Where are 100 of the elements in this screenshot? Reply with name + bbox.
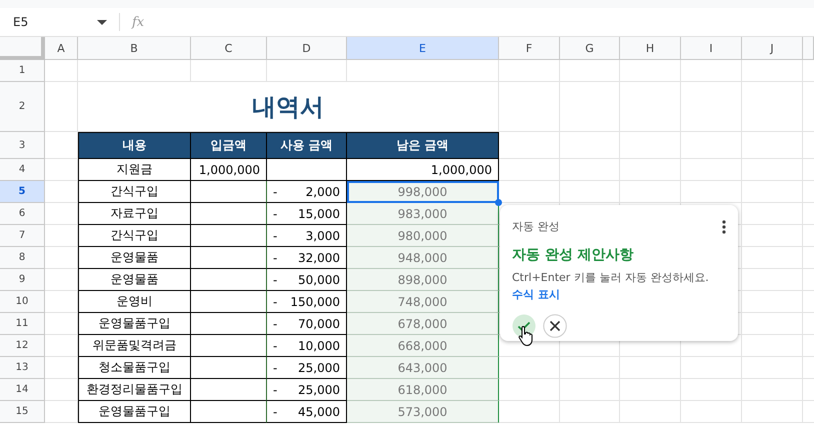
empty-cell[interactable]	[681, 181, 742, 203]
empty-cell[interactable]	[499, 82, 560, 132]
row-header[interactable]: 8	[0, 247, 45, 269]
empty-cell[interactable]	[560, 357, 620, 379]
row-header[interactable]: 4	[0, 159, 45, 181]
empty-cell[interactable]	[742, 379, 803, 401]
column-header[interactable]: B	[78, 37, 191, 60]
empty-cell[interactable]	[78, 60, 191, 82]
empty-cell[interactable]	[742, 335, 803, 357]
empty-cell[interactable]	[742, 357, 803, 379]
select-all-corner[interactable]	[0, 37, 45, 60]
table-cell[interactable]: 980,000	[347, 225, 499, 247]
row-header[interactable]: 12	[0, 335, 45, 357]
empty-cell[interactable]	[560, 159, 620, 181]
table-cell[interactable]: 668,000	[347, 335, 499, 357]
empty-cell[interactable]	[681, 132, 742, 159]
empty-cell[interactable]	[742, 225, 803, 247]
table-cell: 2,000	[306, 184, 340, 198]
empty-cell[interactable]	[347, 60, 499, 82]
empty-cell[interactable]	[620, 379, 681, 401]
empty-cell[interactable]	[681, 401, 742, 423]
table-cell[interactable]: 983,000	[347, 203, 499, 225]
column-header[interactable]: C	[191, 37, 267, 60]
empty-cell[interactable]	[620, 159, 681, 181]
row-header[interactable]: 11	[0, 313, 45, 335]
table-cell: 45,000	[298, 404, 340, 418]
row-header[interactable]: 14	[0, 379, 45, 401]
empty-cell[interactable]	[560, 379, 620, 401]
column-header[interactable]: I	[681, 37, 742, 60]
empty-cell[interactable]	[620, 60, 681, 82]
selected-cell[interactable]: 998,000	[347, 181, 499, 203]
empty-cell[interactable]	[681, 60, 742, 82]
column-header[interactable]: D	[267, 37, 347, 60]
empty-cell[interactable]	[742, 203, 803, 225]
empty-cell[interactable]	[681, 357, 742, 379]
empty-cell[interactable]	[681, 379, 742, 401]
empty-cell[interactable]	[742, 313, 803, 335]
empty-cell[interactable]	[620, 181, 681, 203]
row-header[interactable]: 13	[0, 357, 45, 379]
table-cell[interactable]: 618,000	[347, 379, 499, 401]
table-cell: 50,000	[298, 272, 340, 286]
column-header[interactable]: E	[347, 37, 499, 60]
table-cell[interactable]: 748,000	[347, 291, 499, 313]
empty-cell[interactable]	[742, 269, 803, 291]
reject-button[interactable]	[543, 314, 567, 338]
empty-cell[interactable]	[742, 181, 803, 203]
empty-cell[interactable]	[499, 159, 560, 181]
row-header[interactable]: 15	[0, 401, 45, 423]
column-header[interactable]	[803, 37, 814, 60]
empty-cell[interactable]	[191, 60, 267, 82]
empty-cell[interactable]	[742, 401, 803, 423]
column-header[interactable]: G	[560, 37, 620, 60]
empty-cell[interactable]	[560, 60, 620, 82]
row-header[interactable]: 5	[0, 181, 45, 203]
empty-cell[interactable]	[620, 132, 681, 159]
empty-cell[interactable]	[560, 82, 620, 132]
empty-cell[interactable]	[742, 60, 803, 82]
table-cell[interactable]: 573,000	[347, 401, 499, 423]
empty-cell[interactable]	[742, 159, 803, 181]
row-header[interactable]: 9	[0, 269, 45, 291]
amount-cell[interactable]	[267, 159, 347, 181]
row-header[interactable]: 10	[0, 291, 45, 313]
caret-icon[interactable]	[97, 20, 107, 24]
empty-cell[interactable]	[742, 247, 803, 269]
column-header[interactable]: A	[45, 37, 78, 60]
row-header[interactable]: 6	[0, 203, 45, 225]
empty-cell[interactable]	[742, 132, 803, 159]
empty-cell[interactable]	[45, 82, 78, 132]
empty-cell[interactable]	[620, 401, 681, 423]
table-cell: 운영물품	[78, 269, 191, 291]
empty-cell[interactable]	[560, 181, 620, 203]
show-formula-link[interactable]: 수식 표시	[512, 287, 560, 302]
empty-cell[interactable]	[742, 291, 803, 313]
more-options-icon[interactable]	[722, 220, 726, 234]
row-header[interactable]: 3	[0, 132, 45, 159]
row-header[interactable]: 7	[0, 225, 45, 247]
table-cell[interactable]: 898,000	[347, 269, 499, 291]
column-header[interactable]: H	[620, 37, 681, 60]
column-header[interactable]: F	[499, 37, 560, 60]
table-cell[interactable]: 678,000	[347, 313, 499, 335]
fill-handle[interactable]	[495, 199, 502, 206]
table-cell[interactable]: 948,000	[347, 247, 499, 269]
row-header[interactable]: 2	[0, 82, 45, 132]
header-cell: 남은 금액	[347, 132, 499, 159]
empty-cell[interactable]	[560, 401, 620, 423]
empty-cell[interactable]	[681, 159, 742, 181]
empty-cell[interactable]	[620, 357, 681, 379]
table-cell: 운영물품구입	[78, 401, 191, 423]
header-cell: 입금액	[191, 132, 267, 159]
minus-sign: -	[273, 184, 278, 198]
empty-cell[interactable]	[560, 132, 620, 159]
empty-cell[interactable]	[681, 82, 742, 132]
row-header[interactable]: 1	[0, 60, 45, 82]
empty-cell[interactable]	[499, 60, 560, 82]
column-header[interactable]: J	[742, 37, 803, 60]
name-box[interactable]: E5	[13, 15, 83, 29]
empty-cell[interactable]	[620, 82, 681, 132]
empty-cell[interactable]	[742, 82, 803, 132]
table-cell[interactable]: 643,000	[347, 357, 499, 379]
empty-cell[interactable]	[267, 60, 347, 82]
